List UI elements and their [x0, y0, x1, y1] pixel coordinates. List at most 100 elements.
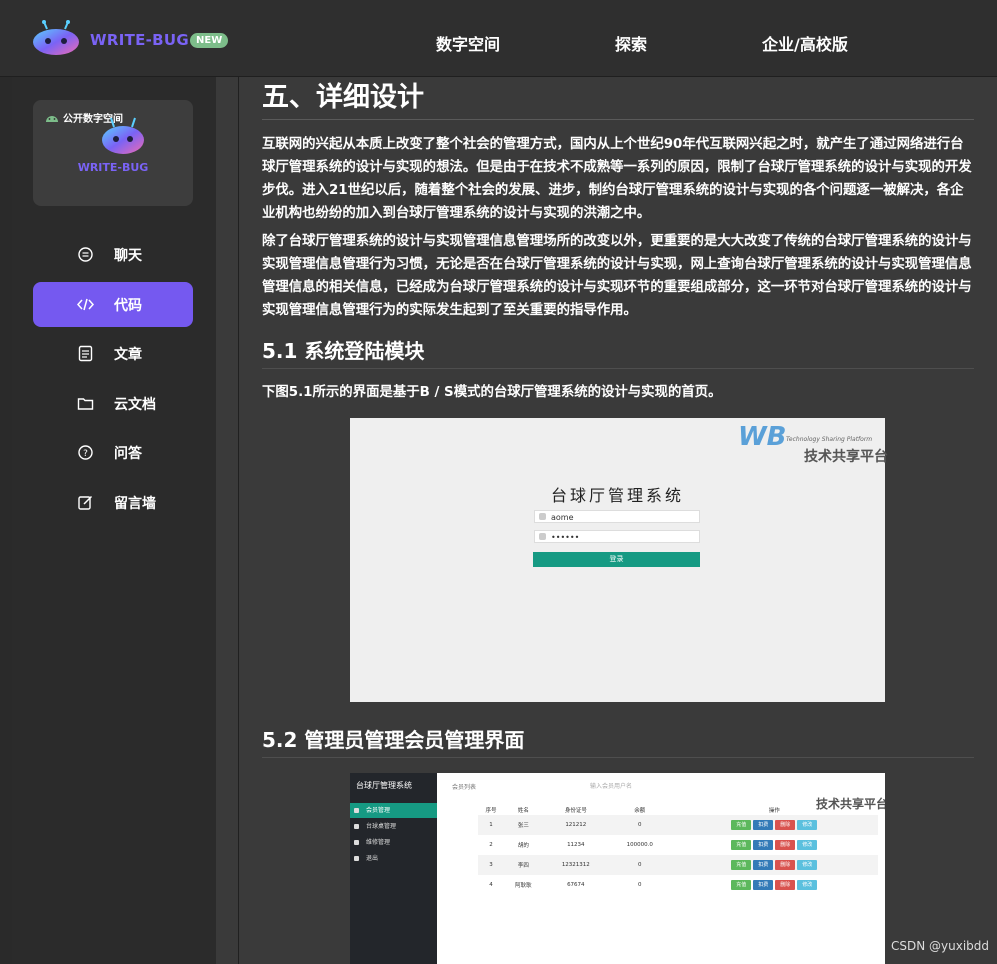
- action-cell: 充值 扣费 删除 修改: [670, 855, 878, 875]
- table-cell: 121212: [542, 815, 609, 835]
- edit-button: 修改: [797, 820, 818, 830]
- sidebar-item-label: 代码: [114, 298, 142, 314]
- section-heading: 五、详细设计: [262, 82, 424, 113]
- chat-icon: [78, 247, 93, 262]
- article-content[interactable]: 五、详细设计 互联网的兴起从本质上改变了整个社会的管理方式，国内从上个世纪90年…: [239, 77, 997, 964]
- admin-menu-label: 维修管理: [366, 839, 391, 846]
- login-button: 登录: [533, 552, 700, 567]
- table-cell: 0: [637, 882, 642, 888]
- table-icon: [354, 824, 359, 829]
- login-title: 台球厅管理系统: [550, 486, 684, 505]
- sidebar-item-message-wall[interactable]: 留言墙: [33, 480, 193, 525]
- recharge-button: 充值: [731, 840, 752, 850]
- article-icon: [78, 345, 93, 362]
- watermark-subtitle: Technology Sharing Platform: [786, 436, 873, 443]
- watermark-cn: 技术共享平台: [804, 449, 888, 465]
- table-header-row: 序号 姓名 身份证号 余额 操作: [478, 805, 878, 815]
- top-navbar: WRITE-BUG NEW 数字空间 探索 企业/高校版: [0, 0, 997, 77]
- admin-screenshot-image: 台球厅管理系统 会员管理 台球桌管理 维修管理 退出 会员列表 输入会员用户名 …: [350, 773, 885, 964]
- sidebar-item-label: 文章: [114, 347, 142, 363]
- table-cell: 胡的: [517, 843, 529, 849]
- table-header: 操作: [768, 808, 780, 814]
- password-value: ••••••: [551, 533, 580, 542]
- paragraph-1: 互联网的兴起从本质上改变了整个社会的管理方式，国内从上个世纪90年代互联网兴起之…: [262, 137, 972, 221]
- action-cell: 充值 扣费 删除 修改: [671, 875, 878, 895]
- username-value: aome: [551, 513, 574, 522]
- deduct-button: 扣费: [753, 860, 774, 870]
- table-cell: 张三: [503, 815, 543, 835]
- nav-digital-space[interactable]: 数字空间: [436, 31, 500, 55]
- question-icon: ?: [78, 445, 93, 460]
- table-row: 1 张三 121212 0 充值 扣费 删除 修改: [478, 815, 878, 835]
- code-icon: [77, 298, 94, 311]
- table-cell: 12321312: [542, 855, 609, 875]
- public-space-card[interactable]: 公开数字空间 WRITE-BUG: [33, 100, 193, 206]
- delete-button: 删除: [775, 880, 796, 890]
- delete-button: 删除: [775, 840, 796, 850]
- username-field: aome: [534, 510, 700, 523]
- subheading-rule: [262, 757, 974, 758]
- table-header: 序号: [485, 808, 497, 814]
- admin-menu-item: 退出: [350, 851, 437, 866]
- lock-icon: [539, 533, 546, 540]
- tool-icon: [354, 840, 359, 845]
- admin-title: 台球厅管理系统: [356, 781, 412, 790]
- table-cell: 3: [478, 855, 504, 875]
- watermark: WB Technology Sharing Platform 技术共享平台: [738, 422, 888, 465]
- deduct-button: 扣费: [753, 880, 774, 890]
- heading-rule: [262, 119, 974, 120]
- member-table: 序号 姓名 身份证号 余额 操作 1 张三 121212 0 充值 扣费 删除 修改 …: [478, 805, 878, 895]
- action-cell: 充值 扣费 删除 修改: [671, 835, 878, 855]
- user-icon: [354, 808, 359, 813]
- table-header: 余额: [634, 808, 646, 814]
- sidebar-item-label: 聊天: [114, 248, 142, 264]
- admin-search-field: 输入会员用户名: [590, 783, 633, 790]
- sidebar-item-label: 问答: [114, 446, 142, 462]
- sidebar-item-cloud-docs[interactable]: 云文档: [33, 381, 193, 426]
- nav-explore[interactable]: 探索: [615, 31, 647, 55]
- sidebar-item-chat[interactable]: 聊天: [33, 232, 193, 277]
- edit-button: 修改: [797, 840, 818, 850]
- delete-button: 删除: [775, 820, 796, 830]
- table-cell: 1: [478, 815, 504, 835]
- admin-menu-label: 台球桌管理: [366, 823, 397, 830]
- recharge-button: 充值: [731, 860, 752, 870]
- admin-menu-item: 会员管理: [350, 803, 437, 818]
- user-icon: [539, 513, 546, 520]
- sidebar-item-qa[interactable]: ? 问答: [33, 430, 193, 475]
- password-field: ••••••: [534, 530, 700, 543]
- svg-text:?: ?: [83, 449, 88, 459]
- table-header: 身份证号: [564, 808, 587, 814]
- left-gutter: [0, 77, 12, 964]
- delete-button: 删除: [775, 860, 796, 870]
- paragraph-3: 下图5.1所示的界面是基于B / S模式的台球厅管理系统的设计与实现的首页。: [262, 385, 722, 400]
- table-cell: 李四: [503, 855, 543, 875]
- bug-robot-logo-icon[interactable]: [32, 20, 80, 56]
- sidebar-item-label: 留言墙: [114, 496, 156, 512]
- deduct-button: 扣费: [753, 840, 774, 850]
- subsection-heading-5-2: 5.2 管理员管理会员管理界面: [262, 728, 525, 752]
- bug-robot-icon: [102, 117, 144, 154]
- admin-menu-item: 维修管理: [350, 835, 437, 850]
- table-cell: 0: [608, 815, 671, 835]
- exit-icon: [354, 856, 359, 861]
- edit-button: 修改: [797, 880, 818, 890]
- csdn-watermark: CSDN @yuxibdd: [891, 939, 990, 953]
- table-header: 姓名: [517, 808, 529, 814]
- brand-name[interactable]: WRITE-BUG: [90, 31, 189, 49]
- login-screenshot-image: WB Technology Sharing Platform 技术共享平台 台球…: [350, 418, 888, 702]
- admin-sidebar: 台球厅管理系统 会员管理 台球桌管理 维修管理 退出: [350, 773, 437, 964]
- recharge-button: 充值: [731, 880, 752, 890]
- sidebar-item-article[interactable]: 文章: [33, 331, 193, 376]
- nav-enterprise[interactable]: 企业/高校版: [762, 31, 848, 55]
- table-row: 2 胡的 11234 100000.0 充值 扣费 删除 修改: [478, 835, 878, 855]
- admin-menu-label: 会员管理: [366, 807, 391, 814]
- sidebar-gutter: [216, 77, 238, 964]
- sidebar-item-label: 云文档: [114, 397, 156, 413]
- android-icon: [46, 115, 58, 122]
- table-cell: 4: [489, 882, 493, 888]
- admin-list-title: 会员列表: [452, 784, 477, 791]
- sidebar-item-code[interactable]: 代码: [33, 282, 193, 327]
- subsection-heading-5-1: 5.1 系统登陆模块: [262, 339, 425, 363]
- edit-icon: [78, 495, 93, 510]
